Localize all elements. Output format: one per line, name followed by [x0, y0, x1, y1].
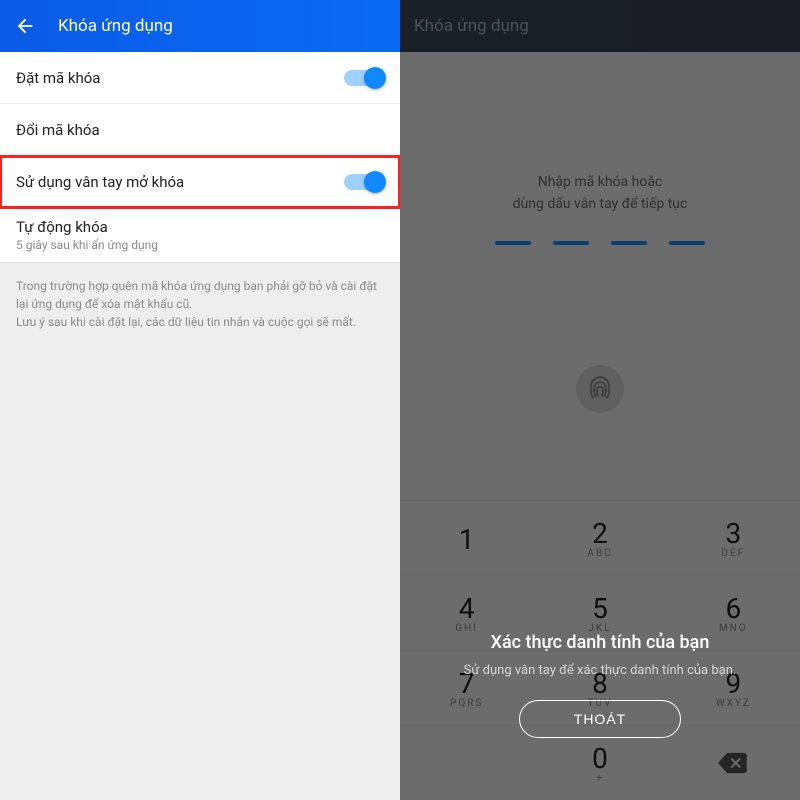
fingerprint-dialog: Xác thực danh tính của bạn Sử dụng vân t… [400, 632, 800, 738]
exit-button[interactable]: THOÁT [519, 700, 681, 738]
dialog-title: Xác thực danh tính của bạn [420, 632, 780, 653]
row-auto-lock[interactable]: Tự động khóa 5 giây sau khi ẩn ứng dụng [0, 208, 400, 262]
row-fingerprint-unlock[interactable]: Sử dụng vân tay mở khóa [0, 156, 400, 208]
row-label: Đổi mã khóa [16, 121, 100, 139]
row-set-code[interactable]: Đặt mã khóa [0, 52, 400, 104]
dialog-body: Sử dụng vân tay để xác thực danh tính củ… [420, 663, 780, 678]
lock-screen-pane: Khóa ứng dụng Nhập mã khóa hoặc dùng dấu… [400, 0, 800, 800]
info-text: Trong trường hợp quên mã khóa ứng dụng b… [0, 263, 400, 345]
settings-pane: Khóa ứng dụng Đặt mã khóa Đổi mã khóa Sử… [0, 0, 400, 800]
row-sub: 5 giây sau khi ẩn ứng dụng [16, 238, 158, 252]
toggle-fingerprint[interactable] [344, 174, 384, 190]
row-label: Sử dụng vân tay mở khóa [16, 173, 184, 191]
info-line-2: Lưu ý sau khi cài đặt lại, các dữ liệu t… [16, 313, 384, 331]
row-change-code[interactable]: Đổi mã khóa [0, 104, 400, 156]
settings-list: Đặt mã khóa Đổi mã khóa Sử dụng vân tay … [0, 52, 400, 263]
row-label: Đặt mã khóa [16, 69, 100, 87]
info-line-1: Trong trường hợp quên mã khóa ứng dụng b… [16, 277, 384, 313]
toggle-set-code[interactable] [344, 70, 384, 86]
app-bar: Khóa ứng dụng [0, 0, 400, 52]
back-icon[interactable] [14, 15, 36, 37]
page-title: Khóa ứng dụng [58, 16, 173, 36]
row-label: Tự động khóa [16, 218, 108, 236]
